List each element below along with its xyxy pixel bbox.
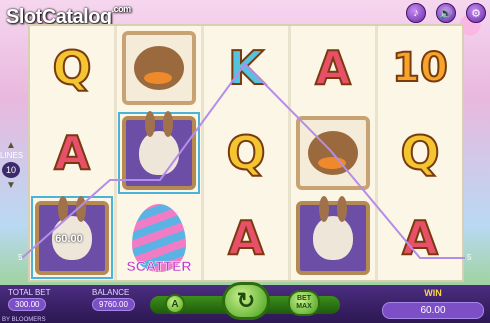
payline-marker-right: 5	[467, 253, 472, 262]
total-bet-value: 300.00	[8, 298, 47, 311]
payline-marker-left: 5	[18, 253, 23, 262]
symbol-a: A	[53, 125, 91, 181]
symbol-a: A	[227, 210, 265, 266]
reel-3: K Q A	[204, 26, 291, 280]
symbol-a: A	[401, 210, 439, 266]
symbol-a: A	[314, 40, 352, 96]
reel-4: A	[291, 26, 378, 280]
lines-value: 10	[2, 162, 20, 178]
top-controls: ♪ 🔊 ⚙	[406, 3, 486, 23]
win-label: WIN	[424, 288, 442, 298]
music-icon[interactable]: ♪	[406, 3, 426, 23]
reel-5: 10 Q A	[378, 26, 462, 280]
bet-max-label-1: BET	[297, 295, 311, 302]
total-bet-label: TOTAL BET	[8, 288, 51, 297]
settings-icon[interactable]: ⚙	[466, 3, 486, 23]
symbol-bunny	[291, 195, 375, 280]
spin-button[interactable]: ↻	[222, 282, 270, 320]
symbol-k: K	[227, 40, 265, 96]
reel-2: SCATTER	[117, 26, 204, 280]
duck-icon	[122, 31, 196, 106]
win-display: WIN 60.00	[382, 283, 484, 319]
symbol-duck	[117, 26, 201, 111]
symbol-duck	[291, 111, 375, 196]
logo-part-dotcom: .com	[111, 4, 132, 14]
balance: BALANCE 9760.00	[92, 288, 135, 311]
symbol-bunny-win: 60.00	[30, 195, 114, 280]
symbol-q: Q	[225, 125, 266, 181]
bet-max-button[interactable]: BET MAX	[288, 290, 320, 316]
bunny-icon	[296, 195, 370, 275]
duck-icon	[296, 116, 370, 190]
lines-up-icon[interactable]: ▲	[0, 140, 22, 151]
balance-value: 9760.00	[92, 298, 135, 311]
lines-label: LINES	[0, 151, 24, 160]
lines-down-icon[interactable]: ▼	[0, 180, 22, 191]
symbol-q: Q	[399, 125, 440, 181]
balance-label: BALANCE	[92, 288, 130, 297]
sound-icon[interactable]: 🔊	[436, 3, 456, 23]
bunny-icon	[122, 111, 196, 190]
bet-max-label-2: MAX	[296, 303, 312, 310]
total-bet: TOTAL BET 300.00	[8, 288, 51, 311]
scatter-label: SCATTER	[126, 258, 192, 275]
reel-1: Q A 60.00	[30, 26, 117, 280]
symbol-win-amount: 60.00	[55, 232, 83, 245]
reel-grid: Q A 60.00 SCATTER K Q A A 10 Q A	[28, 24, 464, 282]
lines-control: ▲ LINES 10 ▼	[0, 140, 24, 191]
symbol-10: 10	[391, 44, 449, 92]
symbol-q: Q	[51, 40, 92, 96]
provider-name: BY BLOOMERS	[2, 317, 46, 323]
symbol-bunny-win	[117, 111, 201, 196]
symbol-scatter: SCATTER	[117, 195, 201, 280]
win-value: 60.00	[382, 302, 484, 319]
autoplay-button[interactable]: A	[165, 294, 185, 314]
